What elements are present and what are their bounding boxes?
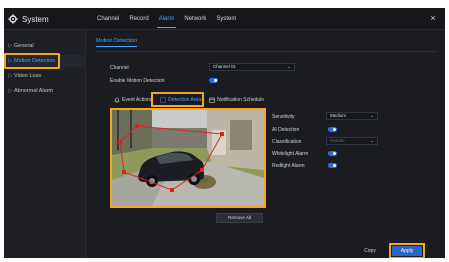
gear-icon <box>8 14 18 24</box>
redlight-alarm-toggle[interactable] <box>328 163 337 168</box>
whitelight-alarm-toggle[interactable] <box>328 151 337 156</box>
app-brand: System <box>8 13 49 25</box>
polygon-handle[interactable] <box>118 140 122 144</box>
app-title: System <box>22 14 49 24</box>
screenshot-frame: System Channel Record Alarm Network Syst… <box>0 0 449 262</box>
camera-preview[interactable] <box>110 108 266 208</box>
enable-motion-toggle[interactable] <box>209 78 218 83</box>
chevron-down-icon: ⌄ <box>369 138 374 144</box>
tab-network[interactable]: Network <box>179 8 211 30</box>
classification-label: Classification <box>272 139 302 145</box>
polygon-handle[interactable] <box>170 188 174 192</box>
sidebar-item-label: Abnormal Alarm <box>14 88 54 94</box>
settings-window: System Channel Record Alarm Network Syst… <box>4 8 445 258</box>
ai-detection-toggle[interactable] <box>328 127 337 132</box>
sidebar-item-abnormal-alarm[interactable]: ▷ Abnormal Alarm <box>4 85 86 97</box>
tab-record[interactable]: Record <box>124 8 153 30</box>
channel-value: Channel 01 <box>213 64 237 69</box>
tab-alarm[interactable]: Alarm <box>154 8 180 30</box>
polygon-handle[interactable] <box>200 168 204 172</box>
sidebar-item-general[interactable]: ▷ General <box>4 40 86 52</box>
tab-label: Event Actions <box>122 97 153 103</box>
chevron-down-icon: ⌄ <box>286 64 291 70</box>
apply-button[interactable]: Apply <box>392 246 422 256</box>
area-icon <box>160 97 166 103</box>
camera-scene <box>112 110 264 206</box>
redlight-alarm-label: Redlight Alarm <box>272 163 305 169</box>
tab-notification-schedule[interactable]: Notification Schedule <box>205 94 268 106</box>
polygon-handle[interactable] <box>122 170 126 174</box>
enable-motion-label: Enable Motion Detection <box>110 78 165 84</box>
sidebar-item-label: General <box>14 43 34 49</box>
sensitivity-select[interactable]: Medium ⌄ <box>326 112 378 120</box>
polygon-handle[interactable] <box>135 124 139 128</box>
copy-button[interactable]: Copy <box>360 246 380 256</box>
sub-tabs: Event Actions Detection Area Notificatio… <box>110 94 268 106</box>
tab-label: Notification Schedule <box>217 97 265 103</box>
tab-channel[interactable]: Channel <box>92 8 124 30</box>
sidebar-item-motion-detection[interactable]: ▷ Motion Detection <box>4 55 86 67</box>
chevron-down-icon: ⌄ <box>369 113 374 119</box>
sidebar-item-video-loss[interactable]: ▷ Video Loss <box>4 70 86 82</box>
close-button[interactable]: × <box>427 12 439 24</box>
channel-label: Channel <box>110 65 129 71</box>
polygon-handle[interactable] <box>220 132 224 136</box>
divider <box>96 51 436 52</box>
sidebar-item-label: Motion Detection <box>14 58 56 64</box>
remove-all-button[interactable]: Remove All <box>216 213 263 223</box>
calendar-icon <box>209 97 215 103</box>
classification-value: Human <box>330 138 345 143</box>
sidebar: ▷ General ▷ Motion Detection ▷ Video Loss ▷… <box>4 30 86 258</box>
main-nav: Channel Record Alarm Network System <box>92 8 241 30</box>
whitelight-alarm-label: Whitelight Alarm <box>272 151 309 157</box>
main-panel: Motion Detection Channel Channel 01 ⌄ En… <box>86 30 445 258</box>
sidebar-item-label: Video Loss <box>14 73 42 79</box>
sensitivity-value: Medium <box>330 113 347 118</box>
channel-select[interactable]: Channel 01 ⌄ <box>209 63 295 71</box>
sensitivity-label: Sensitivity <box>272 114 295 120</box>
tab-detection-area[interactable]: Detection Area <box>156 94 205 106</box>
tab-label: Detection Area <box>168 97 202 103</box>
page-title: Motion Detection <box>96 38 138 47</box>
top-bar: System Channel Record Alarm Network Syst… <box>4 8 445 30</box>
bell-icon <box>114 97 120 103</box>
ai-detection-label: AI Detection <box>272 127 300 133</box>
tab-event-actions[interactable]: Event Actions <box>110 94 156 106</box>
classification-select[interactable]: Human ⌄ <box>326 137 378 145</box>
tab-system[interactable]: System <box>211 8 241 30</box>
